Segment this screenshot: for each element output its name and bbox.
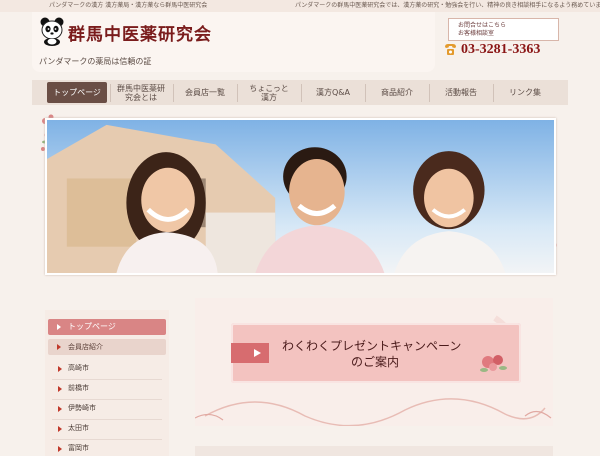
sidebar-divider — [52, 439, 162, 440]
sidebar-arrow-icon — [57, 344, 61, 350]
top-info-left: パンダマークの漢方 漢方薬局・漢方薬なら群馬中医研究会 — [49, 2, 208, 9]
site-tagline: パンダマークの薬局は信頼の証 — [39, 57, 152, 66]
nav-products[interactable]: 商品紹介 — [368, 82, 426, 103]
rose-icon — [480, 355, 507, 372]
contact-button[interactable]: お問合せはこちら お客様相談室 — [448, 18, 559, 41]
nav-separator — [237, 84, 238, 102]
top-info-bar: パンダマークの漢方 漢方薬局・漢方薬なら群馬中医研究会 パンダマークの群馬中医薬… — [0, 0, 600, 12]
campaign-play-tab — [231, 343, 269, 363]
content-footer-band — [195, 446, 553, 456]
sidebar-item-top[interactable]: トップページ — [48, 319, 166, 335]
sidebar-section-members[interactable]: 会員店紹介 — [48, 339, 166, 355]
nav-activities[interactable]: 活動報告 — [432, 82, 490, 103]
nav-top[interactable]: トップページ — [47, 82, 107, 103]
campaign-title-line-1: わくわくプレゼントキャンペーン — [282, 339, 462, 353]
nav-kampo[interactable]: ちょこっと 漢方 — [240, 82, 298, 103]
nav-separator — [301, 84, 302, 102]
nav-separator — [173, 84, 174, 102]
nav-links[interactable]: リンク集 — [496, 82, 554, 103]
nav-separator — [365, 84, 366, 102]
play-icon — [254, 349, 261, 357]
sidebar-item-maebashi[interactable]: 前橋市 — [68, 383, 89, 393]
contact-line-2: お客様相談室 — [458, 30, 495, 37]
sidebar-arrow-icon — [58, 366, 62, 372]
campaign-title-line-2: のご案内 — [351, 355, 400, 369]
site-title[interactable]: 群馬中医薬研究会 — [68, 20, 212, 45]
nav-separator — [110, 84, 111, 102]
sidebar-arrow-icon — [58, 386, 62, 392]
sidebar-arrow-icon — [58, 406, 62, 412]
hero-banner-image — [45, 118, 556, 275]
phone-number[interactable]: 03-3281-3363 — [461, 42, 540, 58]
nav-separator — [493, 84, 494, 102]
sidebar-divider — [52, 379, 162, 380]
nav-qa[interactable]: 漢方Q&A — [304, 82, 362, 103]
nav-separator — [429, 84, 430, 102]
sidebar-arrow-icon — [58, 426, 62, 432]
top-info-right: パンダマークの群馬中医薬研究会では、漢方薬の研究・勉強会を行い、精神の良き相談相… — [295, 2, 600, 9]
sidebar-divider — [52, 419, 162, 420]
sidebar-divider — [52, 399, 162, 400]
sidebar-item-takasaki[interactable]: 高崎市 — [68, 363, 89, 373]
contact-line-1: お問合せはこちら — [458, 22, 507, 29]
sidebar-item-isesaki[interactable]: 伊勢崎市 — [68, 403, 96, 413]
panda-logo-icon[interactable] — [39, 16, 65, 46]
sidebar-item-tomioka[interactable]: 富岡市 — [68, 443, 89, 453]
sidebar-arrow-icon — [58, 446, 62, 452]
nav-members[interactable]: 会員店一覧 — [176, 82, 234, 103]
sidebar-arrow-icon — [57, 324, 61, 330]
nav-about[interactable]: 群馬中医薬研 究会とは — [112, 82, 170, 103]
phone-icon — [445, 44, 456, 55]
sidebar-item-ota[interactable]: 太田市 — [68, 423, 89, 433]
